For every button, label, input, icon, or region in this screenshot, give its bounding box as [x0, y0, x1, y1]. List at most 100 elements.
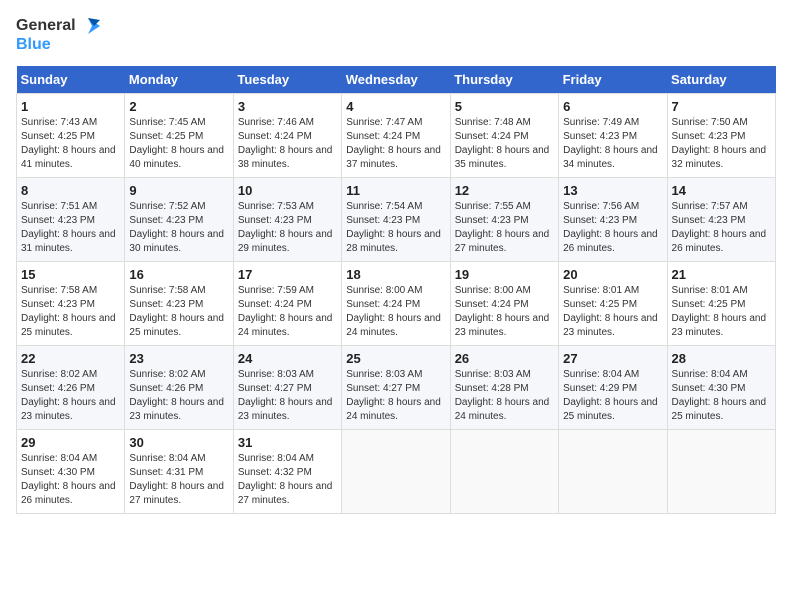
day-number: 14: [672, 183, 771, 198]
day-info: Sunrise: 7:47 AM Sunset: 4:24 PM Dayligh…: [346, 116, 445, 172]
calendar-day-cell: [450, 429, 558, 513]
day-number: 27: [563, 351, 662, 366]
day-info: Sunrise: 7:57 AM Sunset: 4:23 PM Dayligh…: [672, 200, 771, 256]
day-number: 11: [346, 183, 445, 198]
calendar-day-cell: 13 Sunrise: 7:56 AM Sunset: 4:23 PM Dayli…: [559, 177, 667, 261]
calendar-day-cell: 6Sunrise: 7:49 AM Sunset: 4:23 PM Daylig…: [559, 93, 667, 177]
calendar-day-cell: 28Sunrise: 8:04 AM Sunset: 4:30 PM Dayli…: [667, 345, 775, 429]
day-info: Sunrise: 7:58 AM Sunset: 4:23 PM Dayligh…: [129, 284, 228, 340]
day-number: 12: [455, 183, 554, 198]
page-header: General Blue: [16, 16, 776, 54]
day-number: 2: [129, 99, 228, 114]
day-info: Sunrise: 8:00 AM Sunset: 4:24 PM Dayligh…: [346, 284, 445, 340]
day-number: 31: [238, 435, 337, 450]
day-number: 21: [672, 267, 771, 282]
day-info: Sunrise: 8:03 AM Sunset: 4:28 PM Dayligh…: [455, 368, 554, 424]
calendar-day-cell: 22 Sunrise: 8:02 AM Sunset: 4:26 PM Dayli…: [17, 345, 125, 429]
calendar-header-row: SundayMondayTuesdayWednesdayThursdayFrid…: [17, 66, 776, 94]
logo-text-blue: Blue: [16, 36, 100, 54]
calendar-day-cell: 8Sunrise: 7:51 AM Sunset: 4:23 PM Daylig…: [17, 177, 125, 261]
logo-bird-icon: [78, 16, 100, 36]
day-number: 6: [563, 99, 662, 114]
day-number: 26: [455, 351, 554, 366]
day-info: Sunrise: 7:48 AM Sunset: 4:24 PM Dayligh…: [455, 116, 554, 172]
calendar-day-cell: 12Sunrise: 7:55 AM Sunset: 4:23 PM Dayli…: [450, 177, 558, 261]
calendar-day-cell: [559, 429, 667, 513]
calendar-day-cell: 5 Sunrise: 7:48 AM Sunset: 4:24 PM Daylig…: [450, 93, 558, 177]
calendar-day-cell: 21 Sunrise: 8:01 AM Sunset: 4:25 PM Dayli…: [667, 261, 775, 345]
calendar-day-cell: 30Sunrise: 8:04 AM Sunset: 4:31 PM Dayli…: [125, 429, 233, 513]
day-info: Sunrise: 7:54 AM Sunset: 4:23 PM Dayligh…: [346, 200, 445, 256]
calendar-day-cell: 26 Sunrise: 8:03 AM Sunset: 4:28 PM Dayli…: [450, 345, 558, 429]
calendar-day-cell: 20 Sunrise: 8:01 AM Sunset: 4:25 PM Dayli…: [559, 261, 667, 345]
calendar-week-row: 15 Sunrise: 7:58 AM Sunset: 4:23 PM Dayli…: [17, 261, 776, 345]
day-info: Sunrise: 7:52 AM Sunset: 4:23 PM Dayligh…: [129, 200, 228, 256]
day-info: Sunrise: 8:00 AM Sunset: 4:24 PM Dayligh…: [455, 284, 554, 340]
calendar-day-cell: [342, 429, 450, 513]
day-number: 4: [346, 99, 445, 114]
day-info: Sunrise: 7:56 AM Sunset: 4:23 PM Dayligh…: [563, 200, 662, 256]
weekday-header: Friday: [559, 66, 667, 94]
calendar-day-cell: 14 Sunrise: 7:57 AM Sunset: 4:23 PM Dayli…: [667, 177, 775, 261]
calendar-day-cell: 3 Sunrise: 7:46 AM Sunset: 4:24 PM Daylig…: [233, 93, 341, 177]
calendar-day-cell: 11 Sunrise: 7:54 AM Sunset: 4:23 PM Dayli…: [342, 177, 450, 261]
day-number: 25: [346, 351, 445, 366]
day-number: 13: [563, 183, 662, 198]
day-info: Sunrise: 8:04 AM Sunset: 4:30 PM Dayligh…: [21, 452, 120, 508]
calendar-day-cell: 29Sunrise: 8:04 AM Sunset: 4:30 PM Dayli…: [17, 429, 125, 513]
day-info: Sunrise: 8:04 AM Sunset: 4:31 PM Dayligh…: [129, 452, 228, 508]
weekday-header: Thursday: [450, 66, 558, 94]
day-info: Sunrise: 7:58 AM Sunset: 4:23 PM Dayligh…: [21, 284, 120, 340]
day-info: Sunrise: 8:03 AM Sunset: 4:27 PM Dayligh…: [238, 368, 337, 424]
day-number: 3: [238, 99, 337, 114]
day-info: Sunrise: 8:01 AM Sunset: 4:25 PM Dayligh…: [563, 284, 662, 340]
weekday-header: Saturday: [667, 66, 775, 94]
day-info: Sunrise: 7:51 AM Sunset: 4:23 PM Dayligh…: [21, 200, 120, 256]
weekday-header: Sunday: [17, 66, 125, 94]
calendar-day-cell: 27 Sunrise: 8:04 AM Sunset: 4:29 PM Dayli…: [559, 345, 667, 429]
calendar-body: 1Sunrise: 7:43 AM Sunset: 4:25 PM Daylig…: [17, 93, 776, 513]
day-number: 19: [455, 267, 554, 282]
calendar-week-row: 1Sunrise: 7:43 AM Sunset: 4:25 PM Daylig…: [17, 93, 776, 177]
calendar-day-cell: 25Sunrise: 8:03 AM Sunset: 4:27 PM Dayli…: [342, 345, 450, 429]
day-info: Sunrise: 7:46 AM Sunset: 4:24 PM Dayligh…: [238, 116, 337, 172]
day-info: Sunrise: 7:50 AM Sunset: 4:23 PM Dayligh…: [672, 116, 771, 172]
day-number: 24: [238, 351, 337, 366]
day-number: 7: [672, 99, 771, 114]
calendar-day-cell: 17Sunrise: 7:59 AM Sunset: 4:24 PM Dayli…: [233, 261, 341, 345]
weekday-header: Tuesday: [233, 66, 341, 94]
weekday-header: Monday: [125, 66, 233, 94]
calendar-day-cell: 18 Sunrise: 8:00 AM Sunset: 4:24 PM Dayli…: [342, 261, 450, 345]
calendar-day-cell: [667, 429, 775, 513]
calendar-day-cell: 2Sunrise: 7:45 AM Sunset: 4:25 PM Daylig…: [125, 93, 233, 177]
day-info: Sunrise: 8:01 AM Sunset: 4:25 PM Dayligh…: [672, 284, 771, 340]
day-info: Sunrise: 7:59 AM Sunset: 4:24 PM Dayligh…: [238, 284, 337, 340]
calendar-week-row: 29Sunrise: 8:04 AM Sunset: 4:30 PM Dayli…: [17, 429, 776, 513]
calendar-day-cell: 9 Sunrise: 7:52 AM Sunset: 4:23 PM Daylig…: [125, 177, 233, 261]
day-number: 22: [21, 351, 120, 366]
calendar-day-cell: 31 Sunrise: 8:04 AM Sunset: 4:32 PM Dayli…: [233, 429, 341, 513]
day-info: Sunrise: 7:53 AM Sunset: 4:23 PM Dayligh…: [238, 200, 337, 256]
day-number: 5: [455, 99, 554, 114]
calendar-day-cell: 4 Sunrise: 7:47 AM Sunset: 4:24 PM Daylig…: [342, 93, 450, 177]
day-number: 10: [238, 183, 337, 198]
calendar-day-cell: 16Sunrise: 7:58 AM Sunset: 4:23 PM Dayli…: [125, 261, 233, 345]
day-number: 18: [346, 267, 445, 282]
calendar-day-cell: 24 Sunrise: 8:03 AM Sunset: 4:27 PM Dayli…: [233, 345, 341, 429]
day-number: 1: [21, 99, 120, 114]
day-info: Sunrise: 8:02 AM Sunset: 4:26 PM Dayligh…: [21, 368, 120, 424]
calendar-day-cell: 23 Sunrise: 8:02 AM Sunset: 4:26 PM Dayli…: [125, 345, 233, 429]
day-number: 23: [129, 351, 228, 366]
day-info: Sunrise: 8:04 AM Sunset: 4:32 PM Dayligh…: [238, 452, 337, 508]
day-number: 15: [21, 267, 120, 282]
weekday-header: Wednesday: [342, 66, 450, 94]
calendar-day-cell: 19 Sunrise: 8:00 AM Sunset: 4:24 PM Dayli…: [450, 261, 558, 345]
day-info: Sunrise: 8:04 AM Sunset: 4:29 PM Dayligh…: [563, 368, 662, 424]
logo: General Blue: [16, 16, 100, 54]
day-info: Sunrise: 8:02 AM Sunset: 4:26 PM Dayligh…: [129, 368, 228, 424]
day-number: 20: [563, 267, 662, 282]
calendar-week-row: 8Sunrise: 7:51 AM Sunset: 4:23 PM Daylig…: [17, 177, 776, 261]
day-number: 9: [129, 183, 228, 198]
calendar-day-cell: 15 Sunrise: 7:58 AM Sunset: 4:23 PM Dayli…: [17, 261, 125, 345]
day-info: Sunrise: 8:04 AM Sunset: 4:30 PM Dayligh…: [672, 368, 771, 424]
